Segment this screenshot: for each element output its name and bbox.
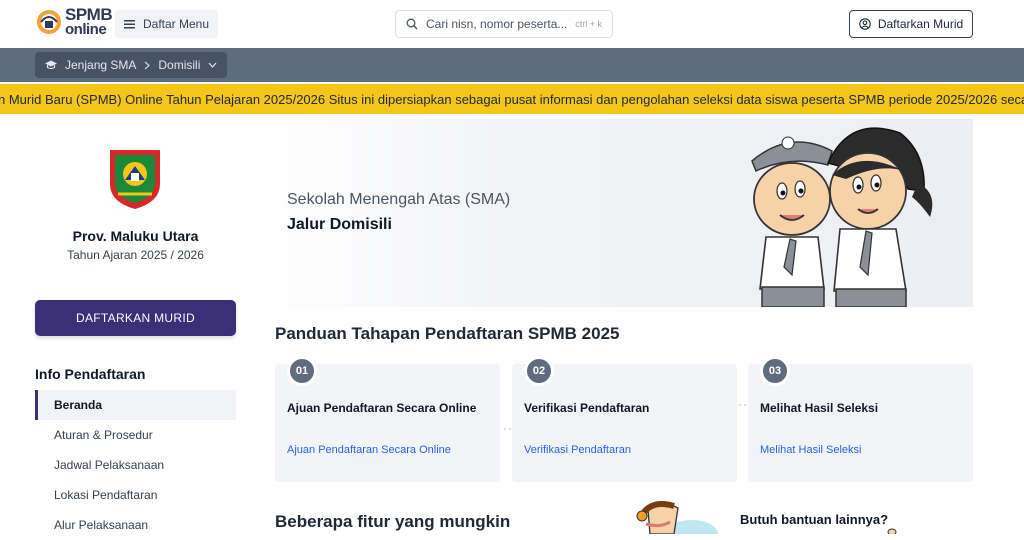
- features-title: Beberapa fitur yang mungkin: [275, 512, 511, 531]
- menu-button[interactable]: Daftar Menu: [115, 10, 219, 38]
- info-section-title: Info Pendaftaran: [35, 366, 146, 382]
- top-header: SPMB online Daftar Menu Cari nisn, nomor…: [0, 0, 1024, 48]
- step-link[interactable]: Verifikasi Pendaftaran: [524, 444, 631, 456]
- announcement-ticker: n Murid Baru (SPMB) Online Tahun Pelajar…: [0, 84, 1024, 114]
- step-number: 03: [760, 356, 790, 386]
- hero-subtitle: Sekolah Menengah Atas (SMA): [287, 191, 511, 208]
- search-shortcut: ctrl + k: [575, 19, 602, 29]
- user-circle-icon: [859, 18, 871, 30]
- spmb-logo[interactable]: SPMB online: [35, 5, 113, 38]
- logo-spmb-text: SPMB: [65, 5, 113, 24]
- search-icon: [406, 18, 418, 30]
- logo-emblem-icon: [37, 10, 61, 34]
- sidebar-item-alur[interactable]: Alur Pelaksanaan: [35, 510, 236, 540]
- menu-button-label: Daftar Menu: [143, 17, 210, 31]
- breadcrumb-level: Jenjang SMA: [65, 58, 137, 72]
- chevron-down-icon: [208, 62, 217, 68]
- hero-title: Jalur Domisili: [287, 216, 392, 233]
- step-card[interactable]: 03 Melihat Hasil Seleksi Melihat Hasil S…: [748, 356, 973, 482]
- step-title: Melihat Hasil Seleksi: [760, 401, 879, 415]
- guide-title: Panduan Tahapan Pendaftaran SPMB 2025: [275, 324, 620, 343]
- students-illustration: [751, 127, 933, 307]
- step-number: 02: [524, 356, 554, 386]
- school-year: Tahun Ajaran 2025 / 2026: [67, 248, 204, 262]
- step-card[interactable]: 01 Ajuan Pendaftaran Secara Online Ajuan…: [275, 356, 500, 482]
- step-card[interactable]: 02 Verifikasi Pendaftaran Verifikasi Pen…: [512, 356, 737, 482]
- help-hand-icon: [887, 528, 897, 534]
- search-placeholder: Cari nisn, nomor peserta...: [426, 17, 568, 31]
- step-link[interactable]: Ajuan Pendaftaran Secara Online: [287, 444, 451, 456]
- sidebar-item-jadwal[interactable]: Jadwal Pelaksanaan: [35, 450, 236, 480]
- province-emblem-icon: [110, 150, 160, 209]
- context-bar: Jenjang SMA Domisili: [0, 48, 1024, 82]
- sidebar-item-beranda[interactable]: Beranda: [35, 390, 236, 420]
- help-illustration: [636, 501, 718, 534]
- step-title: Ajuan Pendaftaran Secara Online: [287, 401, 477, 415]
- register-student-label: Daftarkan Murid: [877, 17, 964, 31]
- ticker-text: n Murid Baru (SPMB) Online Tahun Pelajar…: [0, 92, 1024, 107]
- province-name: Prov. Maluku Utara: [72, 228, 199, 244]
- logo-online-text: online: [65, 21, 107, 38]
- sidebar-nav: Beranda Aturan & Prosedur Jadwal Pelaksa…: [35, 390, 236, 540]
- help-title: Butuh bantuan lainnya?: [740, 512, 889, 527]
- sidebar-register-button[interactable]: DAFTARKAN MURID: [35, 300, 236, 336]
- register-student-button[interactable]: Daftarkan Murid: [849, 10, 973, 38]
- step-link[interactable]: Melihat Hasil Seleksi: [760, 444, 861, 456]
- graduation-cap-icon: [45, 60, 57, 70]
- hero-banner: Sekolah Menengah Atas (SMA) Jalur Domisi…: [248, 119, 973, 307]
- hamburger-icon: [124, 20, 135, 29]
- search-input[interactable]: Cari nisn, nomor peserta... ctrl + k: [395, 10, 613, 38]
- step-title: Verifikasi Pendaftaran: [524, 401, 650, 415]
- step-number: 01: [287, 356, 317, 386]
- breadcrumb-path: Domisili: [158, 58, 201, 72]
- sidebar-item-lokasi[interactable]: Lokasi Pendaftaran: [35, 480, 236, 510]
- breadcrumb[interactable]: Jenjang SMA Domisili: [35, 52, 228, 78]
- chevron-right-icon: [144, 61, 151, 69]
- sidebar-item-aturan[interactable]: Aturan & Prosedur: [35, 420, 236, 450]
